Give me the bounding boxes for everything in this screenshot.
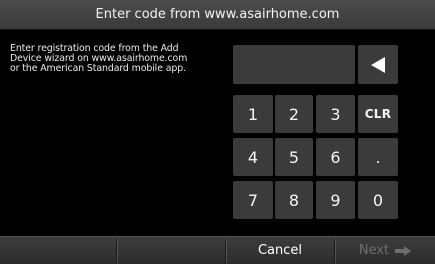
backspace-arrow-icon	[371, 56, 385, 73]
key-1[interactable]: 1	[233, 95, 273, 133]
key-3[interactable]: 3	[316, 95, 355, 133]
key-4[interactable]: 4	[233, 138, 273, 176]
key-clear-label: CLR	[364, 107, 392, 121]
next-button[interactable]: Next	[335, 237, 435, 264]
cancel-button[interactable]: Cancel	[226, 237, 334, 264]
right-arrow-icon	[395, 245, 412, 256]
key-9[interactable]: 9	[316, 181, 355, 219]
key-3-label: 3	[330, 104, 341, 124]
title-bar: Enter code from www.asairhome.com	[0, 0, 435, 30]
bottom-slot-empty-2	[117, 237, 225, 264]
key-7-label: 7	[247, 190, 259, 210]
next-button-label: Next	[358, 243, 390, 258]
key-dot-label: .	[375, 147, 381, 167]
key-2[interactable]: 2	[275, 95, 313, 133]
key-dot[interactable]: .	[358, 138, 398, 176]
bottom-bar: Cancel Next	[0, 236, 435, 264]
key-1-label: 1	[247, 104, 259, 124]
instructions-line-3: or the American Standard mobile app.	[10, 63, 186, 74]
key-0[interactable]: 0	[358, 181, 398, 219]
key-clear[interactable]: CLR	[358, 95, 398, 133]
code-input-display[interactable]	[233, 45, 355, 84]
key-5[interactable]: 5	[275, 138, 313, 176]
bottom-slot-empty-1	[0, 237, 116, 264]
key-5-label: 5	[288, 147, 300, 167]
key-4-label: 4	[247, 147, 259, 167]
page-title: Enter code from www.asairhome.com	[95, 7, 340, 22]
key-8-label: 8	[288, 190, 300, 210]
cancel-button-label: Cancel	[257, 243, 303, 258]
thermostat-screen: Enter code from www.asairhome.com Enter …	[0, 0, 435, 264]
key-7[interactable]: 7	[233, 181, 273, 219]
key-9-label: 9	[330, 190, 341, 210]
instructions-text: Enter registration code from the Add Dev…	[10, 44, 220, 74]
key-0-label: 0	[372, 190, 384, 210]
key-8[interactable]: 8	[275, 181, 313, 219]
key-2-label: 2	[288, 104, 300, 124]
backspace-button[interactable]	[358, 45, 398, 84]
key-6-label: 6	[330, 147, 341, 167]
key-6[interactable]: 6	[316, 138, 355, 176]
